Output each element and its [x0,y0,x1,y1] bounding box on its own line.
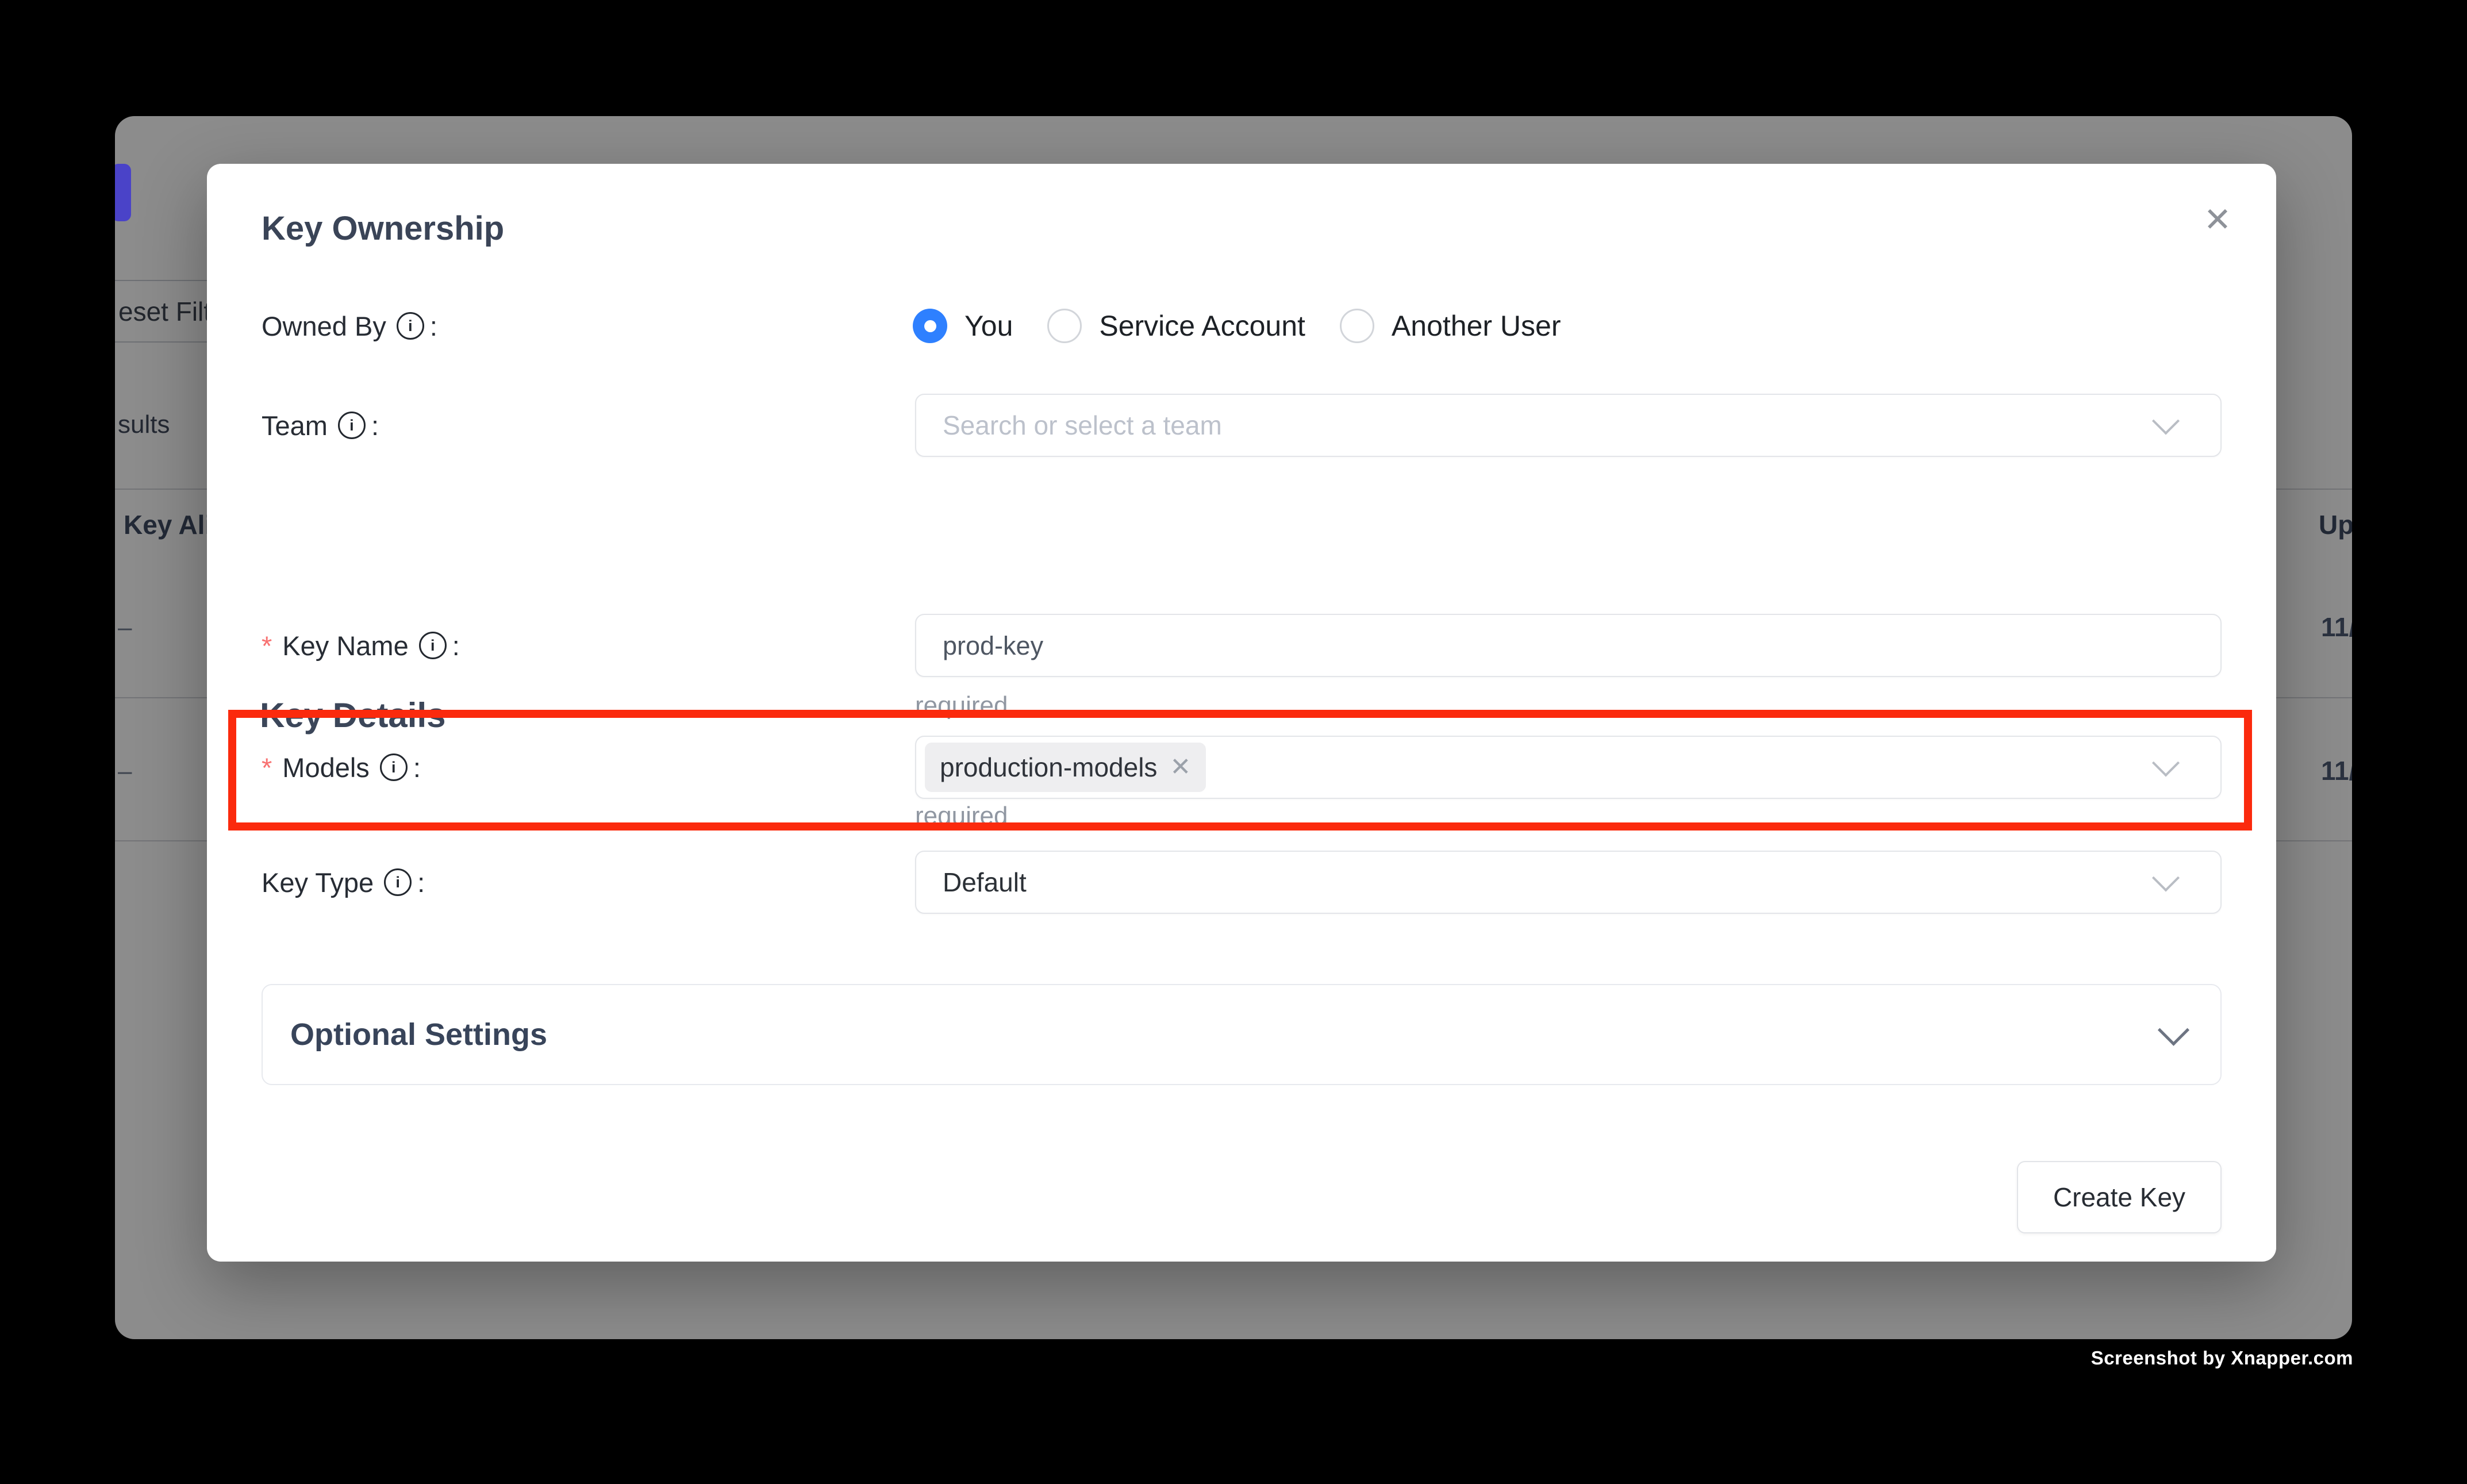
radio-option-another-user[interactable]: Another User [1340,309,1561,343]
screenshot-canvas: eset Filt sults Key Alia Up – 11/ – 11/ … [0,0,2467,1484]
table-row2-cell-right: 11/ [2321,758,2352,784]
key-type-label: Key Type i : [262,868,425,896]
close-icon: ✕ [2204,203,2232,237]
radio-option-you[interactable]: You [913,309,1013,343]
close-button[interactable]: ✕ [2189,191,2246,249]
key-name-value: prod-key [943,633,1043,659]
team-label: Team i : [262,412,379,439]
optional-settings-toggle[interactable]: Optional Settings [262,984,2222,1085]
owned-by-radio-group: You Service Account Another User [913,309,1561,343]
team-select-placeholder: Search or select a team [943,412,1222,439]
info-icon: i [338,412,366,439]
create-key-button[interactable]: Create Key [2017,1161,2222,1233]
key-name-label: * Key Name i : [262,632,460,659]
chevron-down-icon [2152,407,2180,435]
info-icon: i [384,868,412,896]
optional-settings-label: Optional Settings [290,1019,547,1050]
radio-option-service-account[interactable]: Service Account [1047,309,1305,343]
create-key-button-fragment[interactable] [115,164,131,221]
radio-selected-icon [913,309,947,343]
owned-by-label: Owned By i : [262,312,437,340]
table-row1-cell-right: 11/ [2321,614,2352,640]
watermark-text: Screenshot by Xnapper.com [2091,1348,2353,1367]
radio-unselected-icon [1340,309,1374,343]
chevron-down-icon [2158,1014,2189,1046]
required-asterisk: * [262,632,272,659]
key-name-input[interactable]: prod-key [915,614,2222,677]
info-icon: i [397,312,424,340]
reset-filters-label-fragment: eset Filt [118,296,211,327]
table-header-updated: Up [2319,512,2352,538]
radio-unselected-icon [1047,309,1082,343]
modal-title: Key Ownership [262,209,504,249]
annotation-highlight-box [228,710,2252,831]
info-icon: i [419,632,447,659]
chevron-down-icon [2152,864,2180,891]
team-select[interactable]: Search or select a team [915,394,2222,457]
table-row1-cell-left: – [118,615,132,640]
table-row2-cell-left: – [118,759,132,784]
key-type-select[interactable]: Default [915,851,2222,914]
key-type-value: Default [943,869,1027,895]
results-count-fragment: sults [118,412,170,437]
